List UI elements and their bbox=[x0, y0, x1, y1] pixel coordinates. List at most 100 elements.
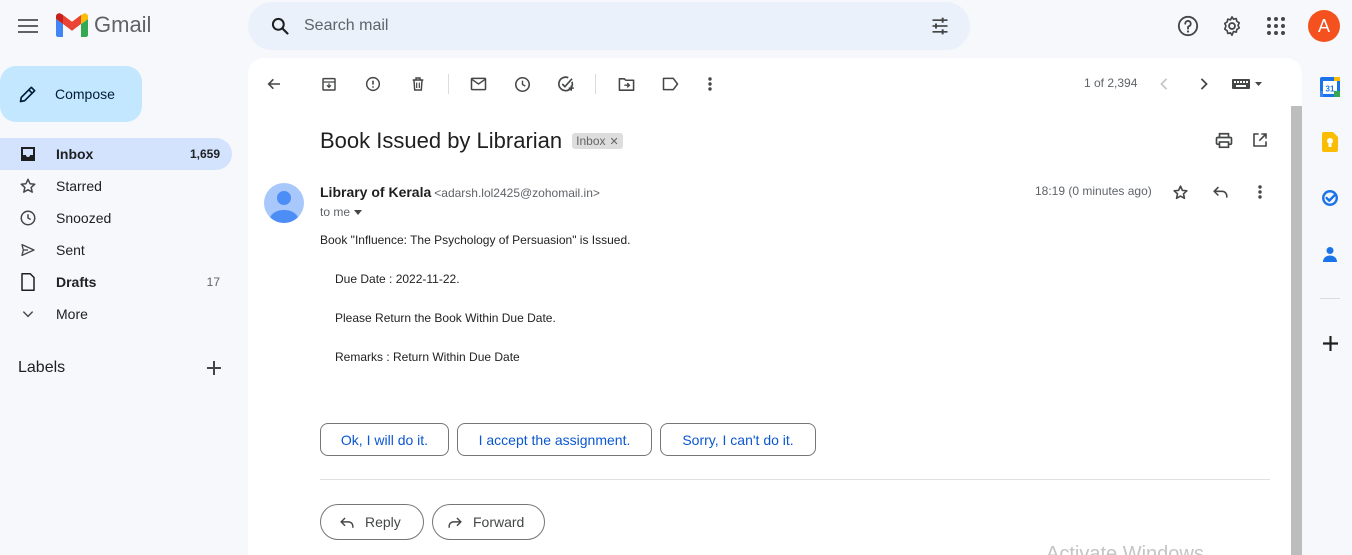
mark-unread-button[interactable] bbox=[460, 66, 496, 102]
search-button[interactable] bbox=[260, 6, 300, 46]
chevron-left-icon bbox=[1160, 78, 1168, 90]
newer-button[interactable] bbox=[1146, 66, 1182, 102]
labels-section-header: Labels bbox=[18, 356, 232, 380]
open-new-window-button[interactable] bbox=[1242, 122, 1278, 158]
contacts-app-button[interactable] bbox=[1315, 239, 1345, 269]
archive-button[interactable] bbox=[311, 66, 347, 102]
reply-button[interactable] bbox=[1202, 174, 1238, 210]
sidebar-item-sent[interactable]: Sent bbox=[0, 234, 232, 266]
sidebar-item-snoozed[interactable]: Snoozed bbox=[0, 202, 232, 234]
more-vert-icon bbox=[1258, 185, 1262, 199]
account-avatar[interactable]: A bbox=[1308, 10, 1340, 42]
top-bar: Gmail A bbox=[0, 0, 1352, 52]
print-all-button[interactable] bbox=[1206, 122, 1242, 158]
remove-label-icon[interactable]: ✕ bbox=[610, 135, 619, 148]
message-more-button[interactable] bbox=[1242, 174, 1278, 210]
recipients-toggle[interactable]: to me bbox=[320, 205, 363, 219]
back-button[interactable] bbox=[256, 66, 292, 102]
pencil-icon bbox=[19, 86, 36, 103]
message-scrollbar[interactable] bbox=[1291, 106, 1302, 555]
email-subject-row: Book Issued by Librarian Inbox ✕ bbox=[320, 128, 623, 154]
forward-label: Forward bbox=[473, 514, 525, 530]
activate-windows-watermark: Activate Windows bbox=[1046, 543, 1204, 555]
body-line: Book "Influence: The Psychology of Persu… bbox=[320, 233, 631, 247]
toolbar-divider bbox=[448, 74, 449, 94]
sidebar-item-label: Sent bbox=[56, 242, 85, 258]
pagination-text: 1 of 2,394 bbox=[1084, 76, 1138, 90]
label-chip-text: Inbox bbox=[576, 134, 606, 148]
smart-reply-button[interactable]: Ok, I will do it. bbox=[320, 423, 449, 456]
apps-grid-icon bbox=[1267, 17, 1285, 35]
search-options-button[interactable] bbox=[920, 6, 960, 46]
compose-button[interactable]: Compose bbox=[0, 66, 142, 122]
move-to-button[interactable] bbox=[608, 66, 644, 102]
keyboard-icon bbox=[1232, 79, 1262, 89]
input-tools-button[interactable] bbox=[1224, 66, 1270, 102]
settings-button[interactable] bbox=[1212, 6, 1252, 46]
more-options-button[interactable] bbox=[692, 66, 728, 102]
move-folder-icon bbox=[618, 77, 634, 91]
calendar-app-button[interactable]: 31 bbox=[1315, 72, 1345, 102]
drafts-count: 17 bbox=[206, 275, 220, 289]
tasks-app-button[interactable] bbox=[1315, 183, 1345, 213]
trash-icon bbox=[412, 77, 424, 91]
support-button[interactable] bbox=[1168, 6, 1208, 46]
divider bbox=[320, 479, 1270, 480]
older-button[interactable] bbox=[1186, 66, 1222, 102]
reply-action-button[interactable]: Reply bbox=[320, 504, 424, 540]
inbox-label-chip[interactable]: Inbox ✕ bbox=[572, 133, 623, 149]
create-label-button[interactable] bbox=[202, 356, 226, 380]
gmail-logo[interactable]: Gmail bbox=[56, 12, 151, 38]
more-vert-icon bbox=[708, 77, 712, 91]
chevron-down-icon bbox=[18, 304, 38, 324]
body-line: Due Date : 2022-11-22. bbox=[335, 272, 460, 286]
hamburger-menu-icon bbox=[18, 19, 38, 33]
delete-button[interactable] bbox=[400, 66, 436, 102]
search-input[interactable] bbox=[304, 14, 904, 38]
snooze-button[interactable] bbox=[504, 66, 540, 102]
gmail-m-icon bbox=[56, 13, 88, 37]
sidebar-item-label: Drafts bbox=[56, 274, 97, 290]
svg-text:31: 31 bbox=[1326, 85, 1335, 94]
search-icon bbox=[271, 17, 289, 35]
labels-button[interactable] bbox=[652, 66, 688, 102]
star-icon bbox=[1172, 184, 1188, 199]
sender-avatar[interactable] bbox=[264, 183, 304, 223]
sender-email: <adarsh.lol2425@zohomail.in> bbox=[434, 186, 600, 200]
mail-icon bbox=[470, 77, 486, 91]
caret-down-icon bbox=[354, 209, 363, 215]
main-menu-button[interactable] bbox=[8, 6, 48, 46]
sidebar-item-more[interactable]: More bbox=[0, 298, 232, 330]
get-addons-button[interactable] bbox=[1315, 328, 1345, 358]
recipient-text: to me bbox=[320, 205, 351, 219]
report-icon bbox=[365, 76, 381, 92]
forward-icon bbox=[448, 516, 462, 528]
send-icon bbox=[18, 240, 38, 260]
sidebar-item-inbox[interactable]: Inbox 1,659 bbox=[0, 138, 232, 170]
search-bar[interactable] bbox=[248, 2, 970, 50]
add-to-tasks-button[interactable] bbox=[548, 66, 584, 102]
sender-name[interactable]: Library of Kerala bbox=[320, 184, 431, 200]
toolbar-divider bbox=[595, 74, 596, 94]
report-spam-button[interactable] bbox=[355, 66, 391, 102]
star-email-button[interactable] bbox=[1162, 174, 1198, 210]
reply-label: Reply bbox=[365, 514, 401, 530]
sidebar-nav: Inbox 1,659 Starred Snoozed Sent Drafts … bbox=[0, 138, 232, 330]
sidebar-item-drafts[interactable]: Drafts 17 bbox=[0, 266, 232, 298]
clock-icon bbox=[18, 208, 38, 228]
smart-reply-button[interactable]: Sorry, I can't do it. bbox=[660, 423, 816, 456]
sidebar-item-label: Starred bbox=[56, 178, 102, 194]
plus-icon bbox=[1322, 335, 1338, 351]
archive-icon bbox=[322, 77, 336, 91]
google-apps-button[interactable] bbox=[1256, 6, 1296, 46]
email-subject: Book Issued by Librarian bbox=[320, 128, 563, 153]
body-line: Remarks : Return Within Due Date bbox=[335, 350, 520, 364]
draft-icon bbox=[18, 272, 38, 292]
clock-icon bbox=[514, 76, 530, 92]
sidebar-item-starred[interactable]: Starred bbox=[0, 170, 232, 202]
smart-reply-button[interactable]: I accept the assignment. bbox=[457, 423, 652, 456]
sender-line: Library of Kerala <adarsh.lol2425@zohoma… bbox=[320, 184, 600, 200]
forward-action-button[interactable]: Forward bbox=[432, 504, 545, 540]
keep-app-button[interactable] bbox=[1315, 127, 1345, 157]
message-view: 1 of 2,394 Book Issued by Librarian Inbo… bbox=[248, 58, 1302, 555]
